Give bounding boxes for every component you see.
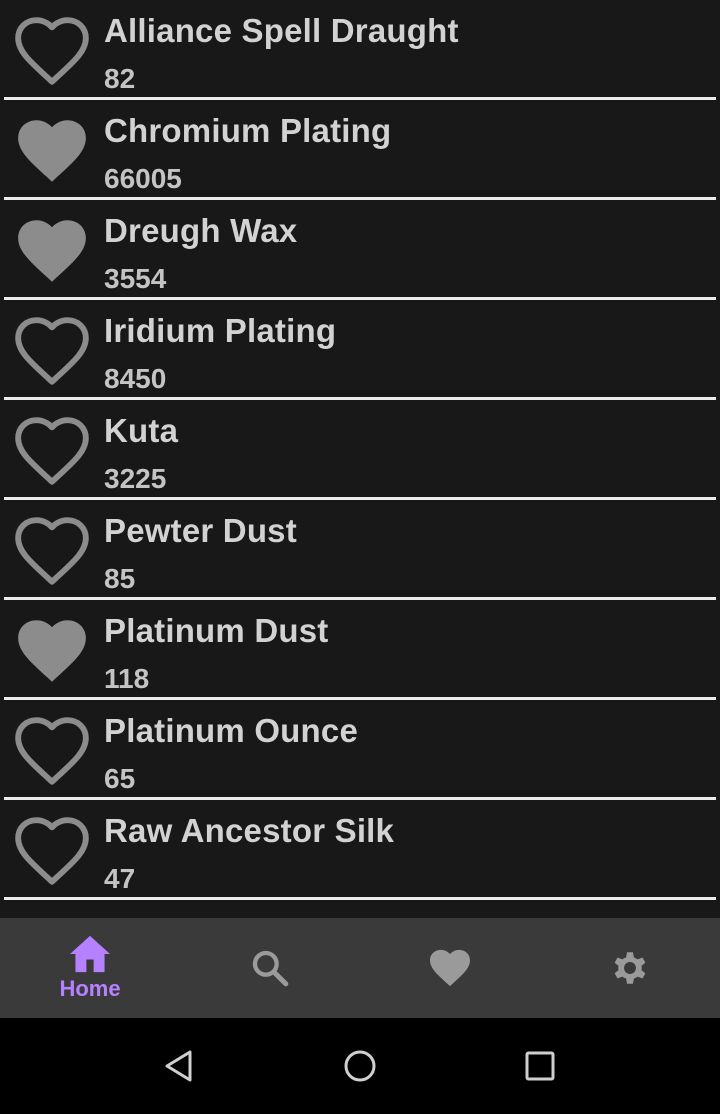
system-back-button[interactable] bbox=[160, 1046, 200, 1086]
system-recents-button[interactable] bbox=[520, 1046, 560, 1086]
heart-outline-icon[interactable] bbox=[12, 313, 92, 389]
search-icon bbox=[250, 948, 290, 988]
item-name: Platinum Dust bbox=[104, 612, 329, 649]
heart-filled-icon[interactable] bbox=[12, 613, 92, 689]
system-home-button[interactable] bbox=[340, 1046, 380, 1086]
item-name: Kuta bbox=[104, 412, 179, 449]
list-item[interactable]: Raw Ancestor Silk 47 bbox=[4, 800, 716, 900]
list-item[interactable]: Dreugh Wax 3554 bbox=[4, 200, 716, 300]
nav-home-button[interactable]: Home bbox=[0, 918, 180, 1018]
gear-icon bbox=[609, 947, 651, 989]
bottom-navigation: Home bbox=[0, 918, 720, 1018]
item-name: Raw Ancestor Silk bbox=[104, 812, 395, 849]
item-value: 85 bbox=[104, 563, 136, 594]
nav-home-label: Home bbox=[59, 976, 121, 1001]
back-triangle-icon bbox=[160, 1046, 200, 1086]
heart-outline-icon[interactable] bbox=[12, 713, 92, 789]
nav-search-button[interactable] bbox=[180, 918, 360, 1018]
item-value: 8450 bbox=[104, 363, 167, 394]
item-name: Chromium Plating bbox=[104, 112, 392, 149]
recents-square-icon bbox=[520, 1046, 560, 1086]
item-name: Alliance Spell Draught bbox=[104, 12, 459, 49]
heart-outline-icon[interactable] bbox=[12, 13, 92, 89]
item-value: 65 bbox=[104, 763, 136, 794]
item-value: 3554 bbox=[104, 263, 167, 294]
item-value: 66005 bbox=[104, 163, 182, 194]
heart-outline-icon[interactable] bbox=[12, 813, 92, 889]
home-icon bbox=[68, 934, 112, 974]
nav-settings-button[interactable] bbox=[540, 918, 720, 1018]
nav-favorites-button[interactable] bbox=[360, 918, 540, 1018]
heart-filled-icon[interactable] bbox=[12, 113, 92, 189]
list-item[interactable]: Iridium Plating 8450 bbox=[4, 300, 716, 400]
item-name: Iridium Plating bbox=[104, 312, 337, 349]
item-value: 47 bbox=[104, 863, 136, 894]
item-value: 3225 bbox=[104, 463, 167, 494]
system-navigation-bar bbox=[0, 1018, 720, 1114]
item-name: Platinum Ounce bbox=[104, 712, 359, 749]
item-value: 118 bbox=[104, 663, 150, 694]
heart-filled-icon[interactable] bbox=[12, 213, 92, 289]
app-root: Alliance Spell Draught 82 Chromium Plating… bbox=[0, 0, 720, 1114]
list-item[interactable]: Platinum Ounce 65 bbox=[4, 700, 716, 800]
list-item[interactable]: Pewter Dust 85 bbox=[4, 500, 716, 600]
list-item[interactable]: Chromium Plating 66005 bbox=[4, 100, 716, 200]
heart-outline-icon[interactable] bbox=[12, 413, 92, 489]
list-item[interactable]: Kuta 3225 bbox=[4, 400, 716, 500]
item-value: 82 bbox=[104, 63, 136, 94]
heart-icon bbox=[428, 948, 472, 988]
home-circle-icon bbox=[340, 1046, 380, 1086]
list-item[interactable]: Platinum Dust 118 bbox=[4, 600, 716, 700]
list-item[interactable]: Alliance Spell Draught 82 bbox=[4, 0, 716, 100]
heart-outline-icon[interactable] bbox=[12, 513, 92, 589]
item-name: Pewter Dust bbox=[104, 512, 297, 549]
item-name: Dreugh Wax bbox=[104, 212, 298, 249]
item-list[interactable]: Alliance Spell Draught 82 Chromium Plating… bbox=[0, 0, 720, 918]
